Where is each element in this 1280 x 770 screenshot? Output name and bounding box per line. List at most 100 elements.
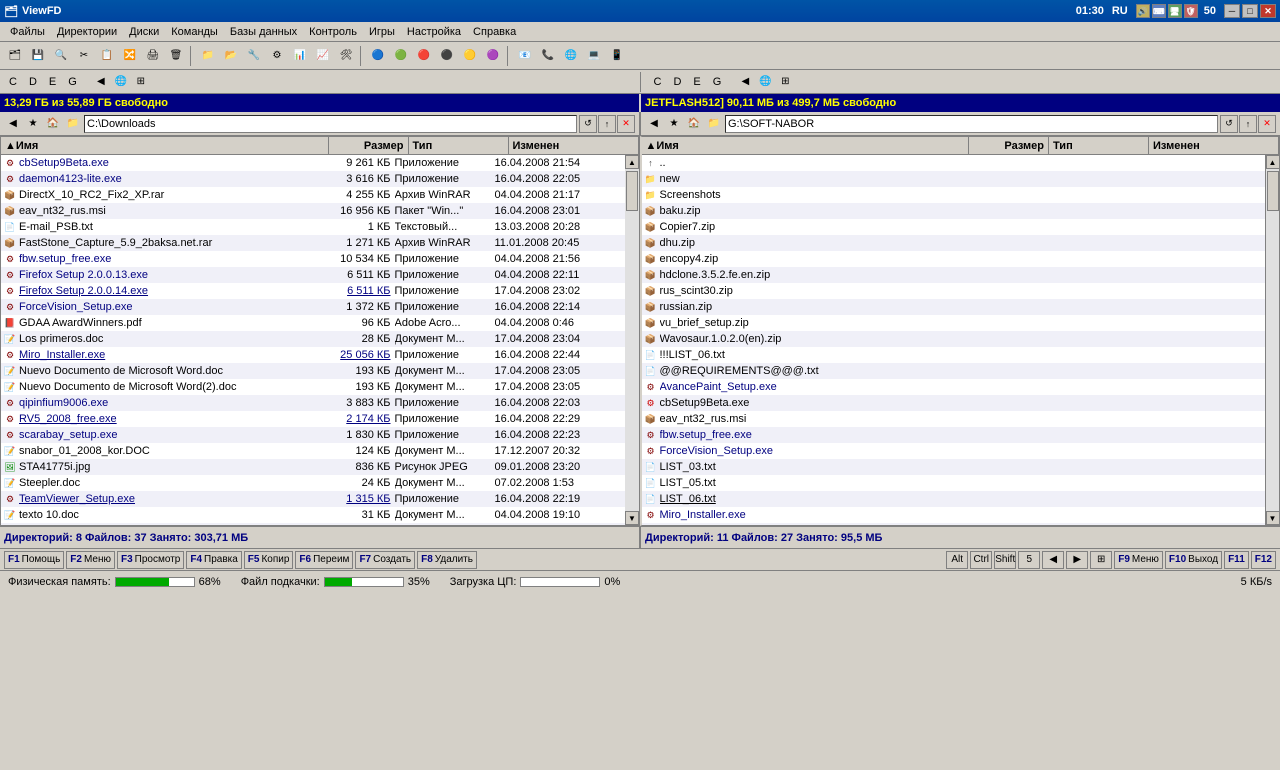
right-extra-btn-2[interactable]: ⊞ <box>776 73 794 91</box>
toolbar-btn-2[interactable]: 🔍 <box>50 45 72 67</box>
left-up-btn[interactable]: ↑ <box>598 115 616 133</box>
minimize-btn[interactable]: ─ <box>1224 4 1240 18</box>
modifier-key-Shift[interactable]: Shift <box>994 551 1016 569</box>
left-scroll-thumb[interactable] <box>626 171 638 211</box>
toolbar-btn-27[interactable]: 💻 <box>583 45 605 67</box>
toolbar-btn-19[interactable]: 🔴 <box>413 45 435 67</box>
fn-key-F6[interactable]: F6Переим <box>295 551 353 569</box>
right-file-row[interactable]: 📦Wavosaur.1.0.2.0(en).zip <box>642 331 1266 347</box>
right-file-row[interactable]: 📦vu_brief_setup.zip <box>642 315 1266 331</box>
toolbar-btn-24[interactable]: 📧 <box>514 45 536 67</box>
fn-key-F4[interactable]: F4Правка <box>186 551 241 569</box>
right-file-row[interactable]: ↑.. <box>642 155 1266 171</box>
right-file-row[interactable]: ⚙fbw.setup_free.exe <box>642 427 1266 443</box>
right-path-input[interactable] <box>725 115 1218 133</box>
left-close-btn[interactable]: ✕ <box>617 115 635 133</box>
left-file-row[interactable]: 📦eav_nt32_rus.msi16 956 КБПакет "Win..."… <box>1 203 625 219</box>
left-file-row[interactable]: ⚙TeamViewer_Setup.exe1 315 КБПриложение1… <box>1 491 625 507</box>
left-file-row[interactable]: 📝Nuevo Documento de Microsoft Word.doc19… <box>1 363 625 379</box>
menu-item-диски[interactable]: Диски <box>123 24 165 40</box>
right-file-row[interactable]: 📦dhu.zip <box>642 235 1266 251</box>
fn-key-F2[interactable]: F2Меню <box>66 551 115 569</box>
right-file-row[interactable]: 📁new <box>642 171 1266 187</box>
right-file-row[interactable]: 📦hdclone.3.5.2.fe.en.zip <box>642 267 1266 283</box>
right-scrollbar[interactable]: ▲ ▼ <box>1265 155 1279 525</box>
extra-btn-2[interactable]: ⊞ <box>1090 551 1112 569</box>
toolbar-btn-6[interactable]: 🖨 <box>142 45 164 67</box>
left-col-name[interactable]: ▲ Имя <box>1 137 329 154</box>
modifier-key-Ctrl[interactable]: Ctrl <box>970 551 992 569</box>
left-file-row[interactable]: ⚙daemon4123-lite.exe3 616 КБПриложение16… <box>1 171 625 187</box>
right-extra-btn-0[interactable]: ◀ <box>736 73 754 91</box>
left-drive-G[interactable]: G <box>63 74 82 90</box>
toolbar-btn-15[interactable]: 🛠 <box>335 45 357 67</box>
left-back-btn[interactable]: ◀ <box>4 115 22 133</box>
fn-key-F11[interactable]: F11 <box>1224 551 1249 569</box>
left-file-row[interactable]: ⚙ForceVision_Setup.exe1 372 КБПриложение… <box>1 299 625 315</box>
left-scroll-down[interactable]: ▼ <box>625 511 639 525</box>
menu-item-директории[interactable]: Директории <box>51 24 123 40</box>
left-file-row[interactable]: 🖼STA41775i.jpg836 КБРисунок JPEG09.01.20… <box>1 459 625 475</box>
left-file-row[interactable]: 📦FastStone_Capture_5.9_2baksa.net.rar1 2… <box>1 235 625 251</box>
left-col-type[interactable]: Тип <box>409 137 509 154</box>
right-back-btn[interactable]: ◀ <box>645 115 663 133</box>
menu-item-команды[interactable]: Команды <box>165 24 224 40</box>
modifier-key-Alt[interactable]: Alt <box>946 551 968 569</box>
left-path-input[interactable] <box>84 115 577 133</box>
right-file-row[interactable]: 📦russian.zip <box>642 299 1266 315</box>
toolbar-btn-3[interactable]: ✂ <box>73 45 95 67</box>
right-star-btn[interactable]: ★ <box>665 115 683 133</box>
menu-item-игры[interactable]: Игры <box>363 24 401 40</box>
left-file-row[interactable]: ⚙cbSetup9Beta.exe9 261 КБПриложение16.04… <box>1 155 625 171</box>
right-col-date[interactable]: Изменен <box>1149 137 1279 154</box>
left-file-row[interactable]: ⚙Thunderbird Setup 2.0.0.12.exe7 177 КБП… <box>1 523 625 525</box>
toolbar-btn-11[interactable]: 🔧 <box>243 45 265 67</box>
right-file-row[interactable]: 📦baku.zip <box>642 203 1266 219</box>
fn-key-F7[interactable]: F7Создать <box>355 551 415 569</box>
toolbar-btn-5[interactable]: 🔀 <box>119 45 141 67</box>
left-scrollbar[interactable]: ▲ ▼ <box>625 155 639 525</box>
left-star-btn[interactable]: ★ <box>24 115 42 133</box>
left-drive-E[interactable]: E <box>44 74 61 90</box>
toolbar-btn-28[interactable]: 📱 <box>606 45 628 67</box>
right-file-row[interactable]: ⚙mms1001.exe <box>642 523 1266 525</box>
right-drive-E[interactable]: E <box>688 74 705 90</box>
left-drive-D[interactable]: D <box>24 74 42 90</box>
right-scroll-down[interactable]: ▼ <box>1266 511 1280 525</box>
left-extra-btn-0[interactable]: ◀ <box>92 73 110 91</box>
toolbar-btn-26[interactable]: 🌐 <box>560 45 582 67</box>
left-refresh-btn[interactable]: ↺ <box>579 115 597 133</box>
fn-key-F1[interactable]: F1Помощь <box>4 551 64 569</box>
modifier-key-5[interactable]: 5 <box>1018 551 1040 569</box>
toolbar-btn-21[interactable]: 🟡 <box>459 45 481 67</box>
toolbar-btn-0[interactable]: 🗂 <box>4 45 26 67</box>
fn-key-F8[interactable]: F8Удалить <box>417 551 477 569</box>
left-col-size[interactable]: Размер <box>329 137 409 154</box>
left-file-row[interactable]: 📦DirectX_10_RC2_Fix2_XP.rar4 255 КБАрхив… <box>1 187 625 203</box>
left-file-row[interactable]: 📝snabor_01_2008_kor.DOC124 КБДокумент М.… <box>1 443 625 459</box>
left-file-row[interactable]: ⚙Firefox Setup 2.0.0.14.exe6 511 КБПрило… <box>1 283 625 299</box>
left-file-row[interactable]: ⚙fbw.setup_free.exe10 534 КБПриложение04… <box>1 251 625 267</box>
menu-item-контроль[interactable]: Контроль <box>303 24 363 40</box>
right-scroll-up[interactable]: ▲ <box>1266 155 1280 169</box>
right-drive-D[interactable]: D <box>668 74 686 90</box>
right-drive-G[interactable]: G <box>708 74 727 90</box>
toolbar-btn-13[interactable]: 📊 <box>289 45 311 67</box>
right-drive-C[interactable]: C <box>649 74 667 90</box>
right-file-row[interactable]: 📦rus_scint30.zip <box>642 283 1266 299</box>
toolbar-btn-18[interactable]: 🟢 <box>390 45 412 67</box>
extra-btn-0[interactable]: ◀ <box>1042 551 1064 569</box>
fn-key-F9[interactable]: F9Меню <box>1114 551 1163 569</box>
right-col-name[interactable]: ▲ Имя <box>642 137 970 154</box>
toolbar-btn-1[interactable]: 💾 <box>27 45 49 67</box>
menu-item-файлы[interactable]: Файлы <box>4 24 51 40</box>
left-extra-btn-2[interactable]: ⊞ <box>132 73 150 91</box>
left-file-row[interactable]: ⚙Firefox Setup 2.0.0.13.exe6 511 КБПрило… <box>1 267 625 283</box>
right-refresh-btn[interactable]: ↺ <box>1220 115 1238 133</box>
fn-key-F5[interactable]: F5Копир <box>244 551 294 569</box>
fn-key-F3[interactable]: F3Просмотр <box>117 551 184 569</box>
left-file-row[interactable]: 📝Steepler.doc24 КБДокумент М...07.02.200… <box>1 475 625 491</box>
left-file-row[interactable]: 📝texto 10.doc31 КБДокумент М...04.04.200… <box>1 507 625 523</box>
right-file-row[interactable]: 📄LIST_06.txt <box>642 491 1266 507</box>
left-file-row[interactable]: 📄E-mail_PSB.txt1 КБТекстовый...13.03.200… <box>1 219 625 235</box>
